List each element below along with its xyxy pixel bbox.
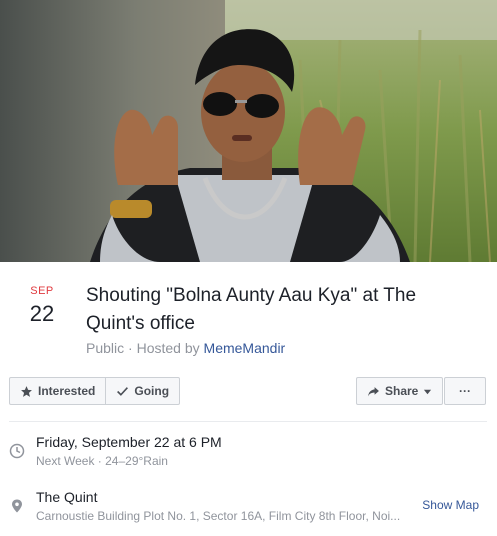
more-options-button[interactable]: ··· xyxy=(444,377,486,405)
share-label: Share xyxy=(385,384,419,398)
event-cover-photo[interactable] xyxy=(0,0,497,262)
event-host-link[interactable]: MemeMandir xyxy=(204,340,286,356)
event-date-month: SEP xyxy=(30,285,54,297)
rsvp-button-group: Interested Going xyxy=(9,377,181,405)
check-icon xyxy=(117,386,129,396)
share-button-inner[interactable]: Share xyxy=(357,378,442,404)
cover-photo-image xyxy=(0,0,497,262)
more-options-label: ··· xyxy=(459,384,471,398)
meta-separator: · xyxy=(124,340,137,356)
show-map-link[interactable]: Show Map xyxy=(422,498,479,512)
event-time-main: Friday, September 22 at 6 PM xyxy=(36,434,222,450)
event-privacy: Public xyxy=(86,340,125,356)
caret-down-icon xyxy=(424,389,432,394)
going-label: Going xyxy=(134,384,170,398)
map-pin-icon xyxy=(12,499,22,513)
interested-button[interactable]: Interested xyxy=(10,378,105,404)
clock-icon xyxy=(9,443,25,459)
star-icon xyxy=(21,385,32,397)
going-button[interactable]: Going xyxy=(105,378,179,404)
hosted-by-prefix: Hosted by xyxy=(136,340,204,356)
share-button[interactable]: Share xyxy=(356,377,444,405)
interested-label: Interested xyxy=(38,384,96,398)
event-time-sub: Next Week · 24–29°Rain xyxy=(36,454,168,468)
share-arrow-icon xyxy=(368,386,379,396)
event-date-badge: SEP 22 xyxy=(18,285,66,327)
event-location-address: Carnoustie Building Plot No. 1, Sector 1… xyxy=(36,509,401,523)
section-divider xyxy=(9,421,487,422)
event-title: Shouting "Bolna Aunty Aau Kya" at The Qu… xyxy=(86,285,417,334)
event-date-day: 22 xyxy=(29,301,55,326)
event-meta: Public · Hosted by MemeMandir xyxy=(86,340,285,356)
event-location-name[interactable]: The Quint xyxy=(36,489,97,505)
